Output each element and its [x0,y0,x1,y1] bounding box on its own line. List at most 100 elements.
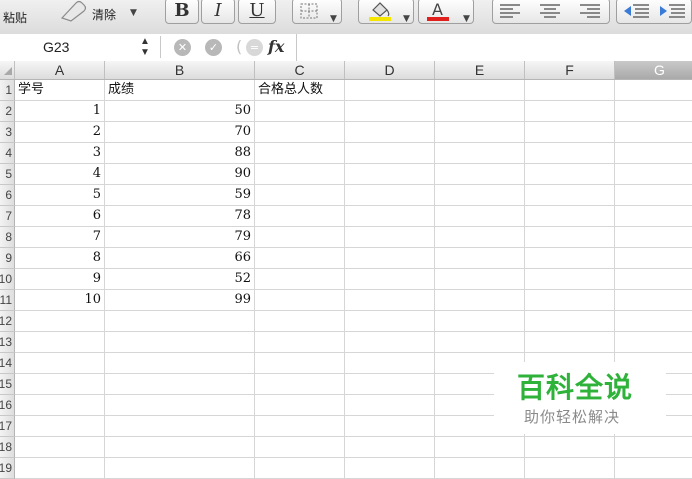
cell-d12[interactable] [345,311,435,332]
cell-f8[interactable] [525,227,615,248]
equals-icon[interactable]: = [246,39,263,56]
row-header[interactable]: 15 [0,374,15,395]
cell-a6[interactable]: 5 [15,185,105,206]
row-header[interactable]: 10 [0,269,15,290]
row-header[interactable]: 8 [0,227,15,248]
cell-e3[interactable] [435,122,525,143]
borders-button[interactable]: ▼ [292,0,342,24]
cell-e7[interactable] [435,206,525,227]
cell-d19[interactable] [345,458,435,479]
cell-g1[interactable] [615,80,692,101]
cell-a13[interactable] [15,332,105,353]
cell-d8[interactable] [345,227,435,248]
cell-a2[interactable]: 1 [15,101,105,122]
cell-b8[interactable]: 79 [105,227,255,248]
cell-c10[interactable] [255,269,345,290]
cell-d4[interactable] [345,143,435,164]
cell-b14[interactable] [105,353,255,374]
cell-a5[interactable]: 4 [15,164,105,185]
cell-b18[interactable] [105,437,255,458]
underline-button[interactable]: U [238,0,276,24]
row-header[interactable]: 5 [0,164,15,185]
cell-e13[interactable] [435,332,525,353]
cell-c15[interactable] [255,374,345,395]
row-header[interactable]: 18 [0,437,15,458]
cancel-formula-icon[interactable]: ✕ [174,39,191,56]
fill-color-dropdown-icon[interactable]: ▼ [403,7,410,31]
cell-f2[interactable] [525,101,615,122]
eraser-icon[interactable] [58,0,88,26]
italic-button[interactable]: I [201,0,235,24]
cell-e9[interactable] [435,248,525,269]
row-header[interactable]: 6 [0,185,15,206]
cell-d9[interactable] [345,248,435,269]
clear-dropdown-icon[interactable]: ▼ [130,8,137,18]
cell-d2[interactable] [345,101,435,122]
cell-b7[interactable]: 78 [105,206,255,227]
cell-b9[interactable]: 66 [105,248,255,269]
cell-g11[interactable] [615,290,692,311]
cell-g12[interactable] [615,311,692,332]
cell-c13[interactable] [255,332,345,353]
cell-a14[interactable] [15,353,105,374]
row-header[interactable]: 19 [0,458,15,479]
cell-d18[interactable] [345,437,435,458]
paste-button[interactable]: 粘贴 [3,9,27,26]
cell-d7[interactable] [345,206,435,227]
cell-a19[interactable] [15,458,105,479]
cell-e18[interactable] [435,437,525,458]
cell-f6[interactable] [525,185,615,206]
cell-e12[interactable] [435,311,525,332]
cell-c16[interactable] [255,395,345,416]
cell-g4[interactable] [615,143,692,164]
cell-e2[interactable] [435,101,525,122]
column-header-a[interactable]: A [15,61,105,79]
cell-e11[interactable] [435,290,525,311]
column-header-g[interactable]: G [615,61,692,79]
column-header-e[interactable]: E [435,61,525,79]
cell-c7[interactable] [255,206,345,227]
cell-c4[interactable] [255,143,345,164]
column-header-d[interactable]: D [345,61,435,79]
row-header[interactable]: 4 [0,143,15,164]
bold-button[interactable]: B [165,0,199,24]
cell-f9[interactable] [525,248,615,269]
cell-g19[interactable] [615,458,692,479]
formula-input[interactable] [296,34,692,61]
cell-g8[interactable] [615,227,692,248]
row-header[interactable]: 9 [0,248,15,269]
cell-e10[interactable] [435,269,525,290]
cell-a18[interactable] [15,437,105,458]
cell-d15[interactable] [345,374,435,395]
cell-f4[interactable] [525,143,615,164]
cell-b13[interactable] [105,332,255,353]
cell-a4[interactable]: 3 [15,143,105,164]
cell-d10[interactable] [345,269,435,290]
name-box-stepper-icon[interactable]: ▲ ▼ [140,36,150,58]
cell-f10[interactable] [525,269,615,290]
cell-g6[interactable] [615,185,692,206]
cell-b2[interactable]: 50 [105,101,255,122]
increase-indent-icon[interactable] [657,2,687,20]
cell-b3[interactable]: 70 [105,122,255,143]
cell-c14[interactable] [255,353,345,374]
cell-g10[interactable] [615,269,692,290]
cell-b17[interactable] [105,416,255,437]
cell-b19[interactable] [105,458,255,479]
cell-g13[interactable] [615,332,692,353]
cell-d5[interactable] [345,164,435,185]
cell-e6[interactable] [435,185,525,206]
row-header[interactable]: 13 [0,332,15,353]
cell-d11[interactable] [345,290,435,311]
font-color-dropdown-icon[interactable]: ▼ [463,7,470,31]
cell-a7[interactable]: 6 [15,206,105,227]
cell-g2[interactable] [615,101,692,122]
cell-c11[interactable] [255,290,345,311]
cell-a12[interactable] [15,311,105,332]
row-header[interactable]: 17 [0,416,15,437]
cell-c19[interactable] [255,458,345,479]
row-header[interactable]: 12 [0,311,15,332]
cell-f11[interactable] [525,290,615,311]
cell-b12[interactable] [105,311,255,332]
cell-b4[interactable]: 88 [105,143,255,164]
